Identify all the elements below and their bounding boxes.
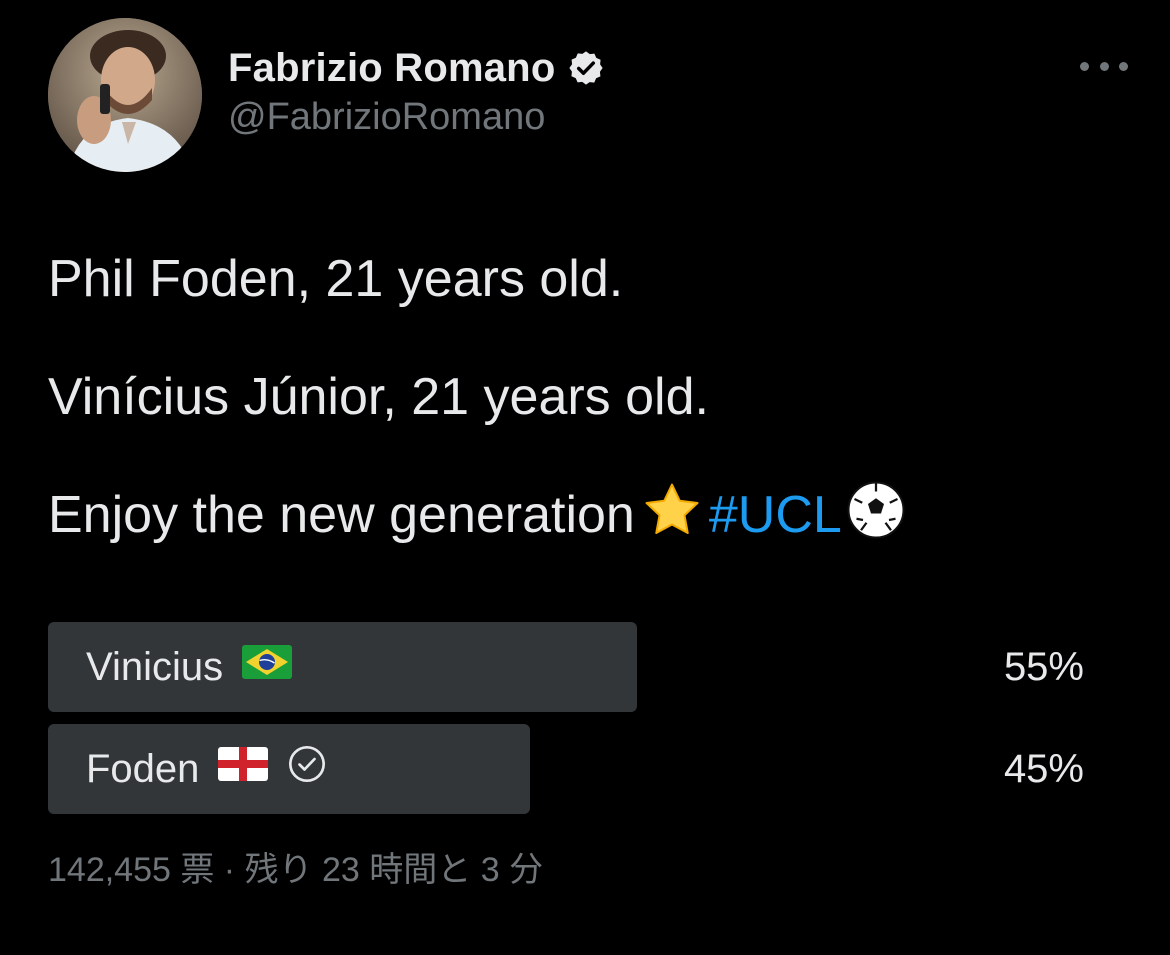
tweet-line: Phil Foden, 21 years old. (48, 250, 624, 308)
tweet-text: Phil Foden, 21 years old. Vinícius Júnio… (48, 244, 1138, 606)
brazil-flag-icon (241, 644, 293, 690)
england-flag-icon (217, 746, 269, 792)
poll-meta: 142,455 票 · 残り 23 時間と 3 分 (48, 842, 543, 891)
avatar[interactable] (48, 18, 202, 172)
hashtag-link[interactable]: #UCL (709, 486, 842, 544)
name-row: Fabrizio Romano (228, 42, 605, 94)
author-identity: Fabrizio Romano @FabrizioRomano (228, 42, 605, 139)
poll-option-percent: 45% (1003, 746, 1084, 791)
more-dot (1119, 61, 1128, 71)
soccer-ball-emoji-icon (846, 480, 906, 558)
vote-unit: 票 (180, 851, 215, 889)
poll-option-label: Vinicius (86, 644, 224, 689)
voted-check-icon (287, 744, 327, 794)
verified-badge-icon (567, 49, 605, 87)
tweet-line: Enjoy the new generation #UCL (48, 480, 1138, 558)
tweet-line: Vinícius Júnior, 21 years old. (48, 368, 709, 426)
poll-option-label-row: Foden (86, 724, 327, 814)
poll-option-label: Foden (86, 746, 200, 791)
meta-separator: · (214, 851, 245, 889)
poll: Vinicius 55% Foden 45% (48, 622, 1088, 826)
star-emoji-icon (641, 480, 703, 558)
user-handle[interactable]: @FabrizioRomano (228, 96, 605, 139)
poll-option[interactable]: Vinicius 55% (48, 622, 1088, 712)
more-dot (1099, 61, 1109, 71)
profile-photo-icon (48, 18, 202, 172)
time-remaining: 残り 23 時間と 3 分 (244, 851, 544, 889)
poll-option-label-row: Vinicius (86, 622, 293, 712)
poll-option[interactable]: Foden 45% (48, 724, 1088, 814)
more-options-icon[interactable] (1080, 54, 1128, 78)
more-dot (1080, 61, 1089, 71)
tweet-line-text: Enjoy the new generation (48, 486, 635, 544)
display-name[interactable]: Fabrizio Romano (228, 46, 555, 91)
tweet-header: Fabrizio Romano @FabrizioRomano (48, 18, 1128, 172)
poll-option-percent: 55% (1003, 644, 1084, 689)
vote-count: 142,455 (48, 851, 171, 889)
